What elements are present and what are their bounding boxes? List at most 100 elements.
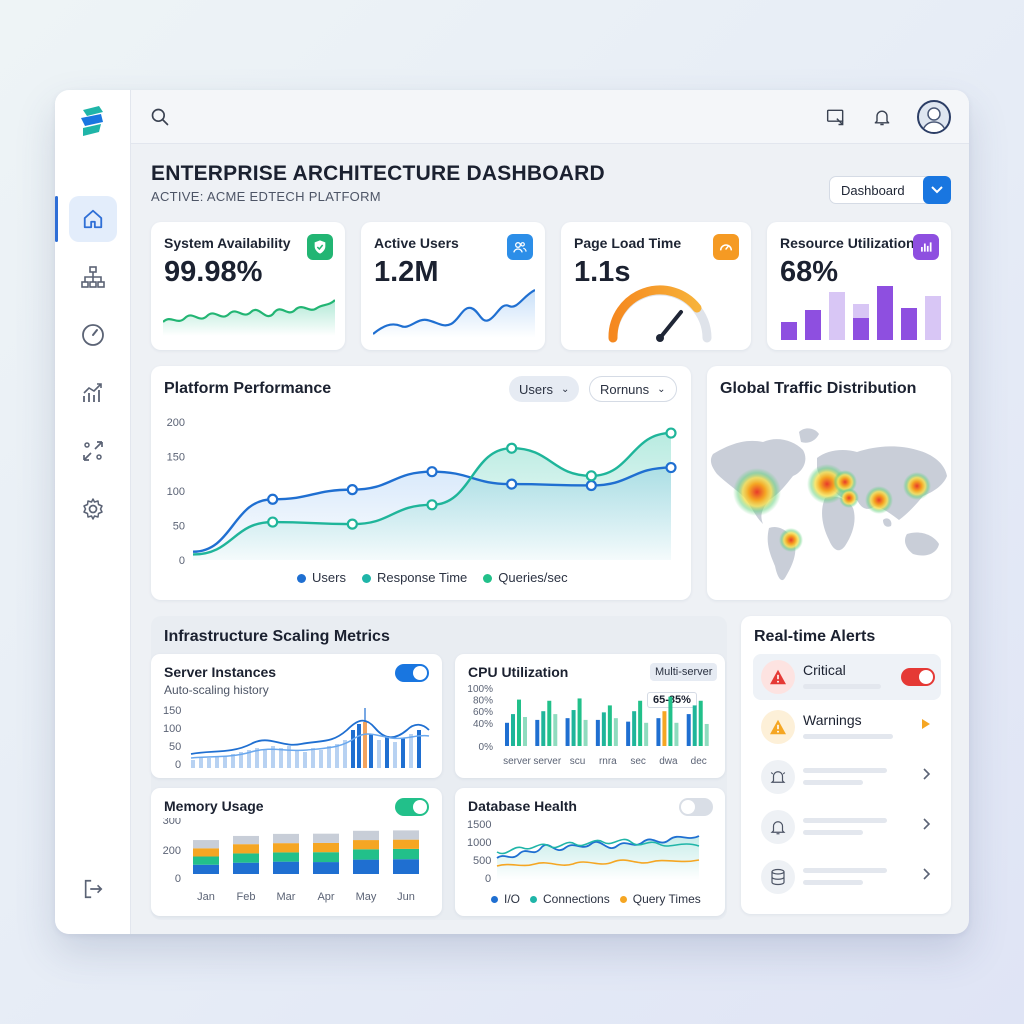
cpu-bar[interactable] — [535, 719, 540, 746]
memory-bar-segment[interactable] — [393, 859, 419, 874]
cpu-bar[interactable] — [632, 711, 637, 746]
cpu-bar[interactable] — [674, 722, 679, 746]
cpu-bar[interactable] — [583, 719, 588, 746]
memory-bar-segment[interactable] — [233, 835, 259, 845]
multi-server-badge[interactable]: Multi-server — [650, 663, 718, 681]
cpu-bar[interactable] — [553, 714, 558, 746]
memory-bar-segment[interactable] — [393, 830, 419, 840]
data-point[interactable] — [426, 499, 438, 511]
cpu-bar[interactable] — [704, 723, 709, 746]
memory-bar-segment[interactable] — [233, 853, 259, 863]
notifications-button[interactable] — [871, 106, 893, 128]
data-point[interactable] — [665, 461, 677, 474]
logo-icon[interactable] — [79, 106, 107, 136]
cpu-bar[interactable] — [607, 705, 612, 746]
cpu-bar[interactable] — [644, 722, 649, 746]
sidebar-item-settings[interactable] — [69, 486, 117, 532]
memory-bar-segment[interactable] — [273, 861, 299, 874]
kpi-card-page-load[interactable]: Page Load Time 1.1s — [561, 222, 751, 350]
chevron-down-icon[interactable] — [923, 176, 951, 204]
memory-bar-segment[interactable] — [193, 856, 219, 865]
traffic-hotspot[interactable] — [903, 472, 931, 500]
cpu-bar[interactable] — [656, 718, 661, 746]
memory-bar-segment[interactable] — [273, 833, 299, 844]
memory-bar-segment[interactable] — [273, 852, 299, 862]
memory-bar-segment[interactable] — [273, 843, 299, 853]
cpu-bar[interactable] — [692, 705, 697, 746]
sidebar-item-home[interactable] — [69, 196, 117, 242]
kpi-card-resource-utilization[interactable]: Resource Utilization 68% — [767, 222, 951, 350]
memory-bar-segment[interactable] — [233, 862, 259, 874]
avatar[interactable] — [917, 100, 951, 134]
server-instances-toggle[interactable] — [395, 664, 429, 682]
data-point[interactable] — [585, 470, 597, 482]
critical-alerts-toggle[interactable] — [901, 668, 935, 686]
memory-bar-segment[interactable] — [233, 844, 259, 854]
cpu-bar[interactable] — [626, 721, 631, 746]
cpu-bar[interactable] — [523, 717, 527, 746]
cpu-bar[interactable] — [613, 718, 618, 746]
chevron-right-icon[interactable] — [923, 818, 931, 830]
memory-bar-segment[interactable] — [193, 864, 219, 874]
cpu-bar[interactable] — [541, 711, 546, 746]
search-button[interactable] — [149, 106, 171, 128]
data-point[interactable] — [506, 442, 518, 454]
kpi-card-availability[interactable]: System Availability 99.98% — [151, 222, 345, 350]
data-point[interactable] — [426, 466, 438, 478]
kpi-card-active-users[interactable]: Active Users 1.2M — [361, 222, 545, 350]
memory-bar-segment[interactable] — [393, 848, 419, 860]
cpu-bar[interactable] — [668, 696, 673, 746]
cpu-bar[interactable] — [511, 714, 515, 746]
data-point[interactable] — [346, 518, 358, 530]
memory-bar-segment[interactable] — [193, 840, 219, 849]
runs-filter[interactable]: Rornuns ⌄ — [589, 376, 677, 402]
data-point[interactable] — [665, 427, 677, 439]
traffic-hotspot[interactable] — [865, 486, 893, 514]
memory-bar-segment[interactable] — [313, 852, 339, 863]
memory-bar-segment[interactable] — [353, 840, 379, 850]
memory-bar-segment[interactable] — [353, 849, 379, 860]
traffic-hotspot[interactable] — [839, 488, 859, 508]
view-select[interactable]: Dashboard — [829, 176, 951, 204]
alert-row-warnings[interactable]: Warnings — [753, 704, 941, 750]
alert-row-critical[interactable]: Critical — [753, 654, 941, 700]
cpu-bar[interactable] — [565, 718, 570, 746]
data-point[interactable] — [585, 479, 597, 492]
memory-bar-segment[interactable] — [393, 839, 419, 849]
users-filter[interactable]: Users ⌄ — [509, 376, 580, 402]
caret-right-icon[interactable] — [921, 718, 931, 730]
cpu-bar[interactable] — [571, 710, 576, 746]
cpu-bar[interactable] — [547, 700, 552, 746]
logout-button[interactable] — [69, 866, 117, 912]
cpu-bar[interactable] — [601, 712, 606, 746]
cpu-bar[interactable] — [595, 719, 600, 746]
cast-button[interactable] — [825, 106, 847, 128]
cpu-bar[interactable] — [662, 711, 667, 746]
memory-bar-segment[interactable] — [353, 830, 379, 841]
memory-bar-segment[interactable] — [313, 842, 339, 853]
chevron-right-icon[interactable] — [923, 768, 931, 780]
sidebar-item-performance[interactable] — [69, 312, 117, 358]
data-point[interactable] — [346, 484, 358, 496]
data-point[interactable] — [267, 493, 279, 505]
traffic-hotspot[interactable] — [779, 528, 803, 552]
data-point[interactable] — [267, 516, 279, 528]
memory-bar-segment[interactable] — [313, 862, 339, 874]
database-health-toggle[interactable] — [679, 798, 713, 816]
cpu-bar[interactable] — [686, 714, 691, 746]
alert-row[interactable] — [753, 854, 941, 900]
sidebar-item-scaling[interactable] — [69, 428, 117, 474]
cpu-bar[interactable] — [517, 699, 521, 746]
memory-bar-segment[interactable] — [353, 859, 379, 874]
cpu-bar[interactable] — [505, 722, 509, 746]
memory-bar-segment[interactable] — [313, 833, 339, 843]
cpu-bar[interactable] — [698, 700, 703, 746]
memory-usage-toggle[interactable] — [395, 798, 429, 816]
chevron-right-icon[interactable] — [923, 868, 931, 880]
cpu-bar[interactable] — [577, 698, 582, 746]
sidebar-item-architecture[interactable] — [69, 254, 117, 300]
cpu-bar[interactable] — [638, 700, 643, 746]
memory-bar-segment[interactable] — [193, 848, 219, 857]
alert-row[interactable] — [753, 754, 941, 800]
data-point[interactable] — [506, 478, 518, 490]
